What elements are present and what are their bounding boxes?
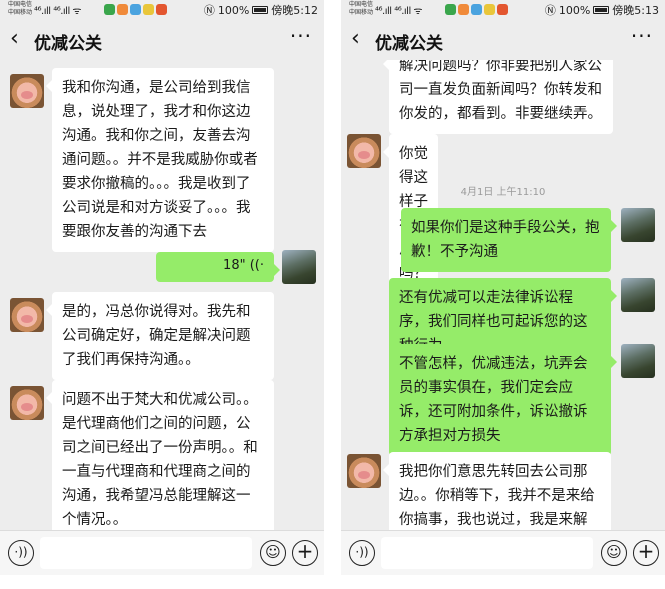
chat-header: ‹ 优减公关 ··· (0, 20, 324, 60)
status-right: Ⓝ 100% 傍晚5:13 (545, 2, 659, 18)
carrier-2: 中国移动 (8, 9, 33, 16)
message-timestamp: 4月1日 上午11:10 (460, 187, 546, 198)
app-notification-icon (458, 4, 469, 15)
more-options-button[interactable]: ··· (631, 24, 653, 48)
bottom-strip (341, 575, 665, 589)
message-input[interactable] (381, 537, 593, 569)
my-avatar[interactable] (621, 208, 655, 242)
app-notification-icon (117, 4, 128, 15)
status-bar: 中国电信 中国移动 ⁴⁶.ıll ⁴⁶.ıll ᯤ Ⓝ 100% 傍晚5:12 (0, 0, 324, 20)
status-right: Ⓝ 100% 傍晚5:12 (204, 2, 318, 18)
emoji-icon[interactable]: ☺ (601, 540, 627, 566)
carrier-2: 中国移动 (349, 9, 374, 16)
signal-icon: ⁴⁶.ıll ⁴⁶.ıll ᯤ (34, 6, 82, 17)
wechat-notification-icon (445, 4, 456, 15)
app-notification-icon (143, 4, 154, 15)
my-avatar[interactable] (282, 250, 316, 284)
my-avatar[interactable] (621, 278, 655, 312)
voice-mode-icon[interactable]: ·)) (8, 540, 34, 566)
wechat-notification-icon (104, 4, 115, 15)
notification-icons (445, 4, 508, 15)
chat-screen-left: 中国电信 中国移动 ⁴⁶.ıll ⁴⁶.ıll ᯤ Ⓝ 100% 傍晚5:12 … (0, 0, 324, 589)
chat-title: 优减公关 (34, 34, 102, 54)
input-bar: ·)) ☺ + (0, 530, 324, 575)
app-notification-icon (130, 4, 141, 15)
app-notification-icon (471, 4, 482, 15)
app-notification-icon (497, 4, 508, 15)
chevron-left-icon[interactable]: ‹ (351, 26, 360, 52)
voice-wave-icon: ((· (249, 258, 264, 273)
emoji-icon[interactable]: ☺ (260, 540, 286, 566)
contact-avatar[interactable] (347, 134, 381, 168)
carrier-names: 中国电信 中国移动 (8, 1, 32, 17)
battery-icon (593, 6, 610, 14)
message-text[interactable]: 是的，冯总你说得对。我先和公司确定好，确定是解决问题了我们再保持沟通。。 (46, 292, 274, 380)
status-bar: 中国电信 中国移动 ⁴⁶.ıll ⁴⁶.ıll ᯤ Ⓝ 100% 傍晚5:13 (341, 0, 665, 20)
contact-avatar[interactable] (347, 454, 381, 488)
voice-message[interactable]: 18" ((· (156, 252, 280, 282)
app-notification-icon (484, 4, 495, 15)
app-notification-icon (156, 4, 167, 15)
chat-screen-right: 中国电信 中国移动 ⁴⁶.ıll ⁴⁶.ıll ᯤ Ⓝ 100% 傍晚5:13 … (341, 0, 665, 589)
chevron-left-icon[interactable]: ‹ (10, 26, 19, 52)
message-text[interactable]: 我和你沟通，是公司给到我信息，说处理了，我才和你这边沟通。我和你之间，友善去沟通… (46, 68, 274, 252)
message-list[interactable]: 我和你沟通，是公司给到我信息，说处理了，我才和你这边沟通。我和你之间，友善去沟通… (0, 60, 324, 530)
message-list[interactable]: 解决问题吗？你非要把别人家公司一直发负面新闻吗？你转发和你发的，都看到。非要继续… (341, 60, 665, 530)
plus-icon[interactable]: + (633, 540, 659, 566)
plus-icon[interactable]: + (292, 540, 318, 566)
message-text[interactable]: 我把你们意思先转回去公司那边。。你稍等下，我并不是来给你搞事，我也说过，我是来解… (383, 452, 611, 530)
nfc-icon: Ⓝ (203, 4, 215, 17)
signal-icon: ⁴⁶.ıll ⁴⁶.ıll ᯤ (375, 6, 423, 17)
contact-avatar[interactable] (10, 298, 44, 332)
message-text[interactable]: 如果你们是这种手段公关，抱歉！不予沟通 (401, 208, 617, 272)
nfc-icon: Ⓝ (544, 4, 556, 17)
message-text[interactable]: 解决问题吗？你非要把别人家公司一直发负面新闻吗？你转发和你发的，都看到。非要继续… (383, 60, 613, 134)
input-bar: ·)) ☺ + (341, 530, 665, 575)
contact-avatar[interactable] (10, 386, 44, 420)
clock: 傍晚5:13 (612, 4, 659, 17)
carrier-names: 中国电信 中国移动 (349, 1, 373, 17)
voice-mode-icon[interactable]: ·)) (349, 540, 375, 566)
my-avatar[interactable] (621, 344, 655, 378)
carrier-1: 中国电信 (8, 1, 33, 8)
voice-duration: 18" (223, 258, 246, 273)
contact-avatar[interactable] (10, 74, 44, 108)
battery-percent: 100% (558, 3, 591, 17)
message-text[interactable]: 问题不出于梵大和优减公司。。是代理商他们之间的问题，公司之间已经出了一份声明。。… (46, 380, 274, 530)
battery-percent: 100% (217, 3, 250, 17)
chat-title: 优减公关 (375, 34, 443, 54)
chat-header: ‹ 优减公关 ··· (341, 20, 665, 60)
battery-icon (252, 6, 269, 14)
carrier-1: 中国电信 (349, 1, 374, 8)
message-input[interactable] (40, 537, 252, 569)
message-text[interactable]: 不管怎样，优减违法，坑弄会员的事实俱在，我们定会应诉，还可附加条件，诉讼撤诉方承… (389, 344, 617, 456)
clock: 傍晚5:12 (271, 4, 318, 17)
notification-icons (104, 4, 167, 15)
bottom-strip (0, 575, 324, 589)
more-options-button[interactable]: ··· (290, 24, 312, 48)
